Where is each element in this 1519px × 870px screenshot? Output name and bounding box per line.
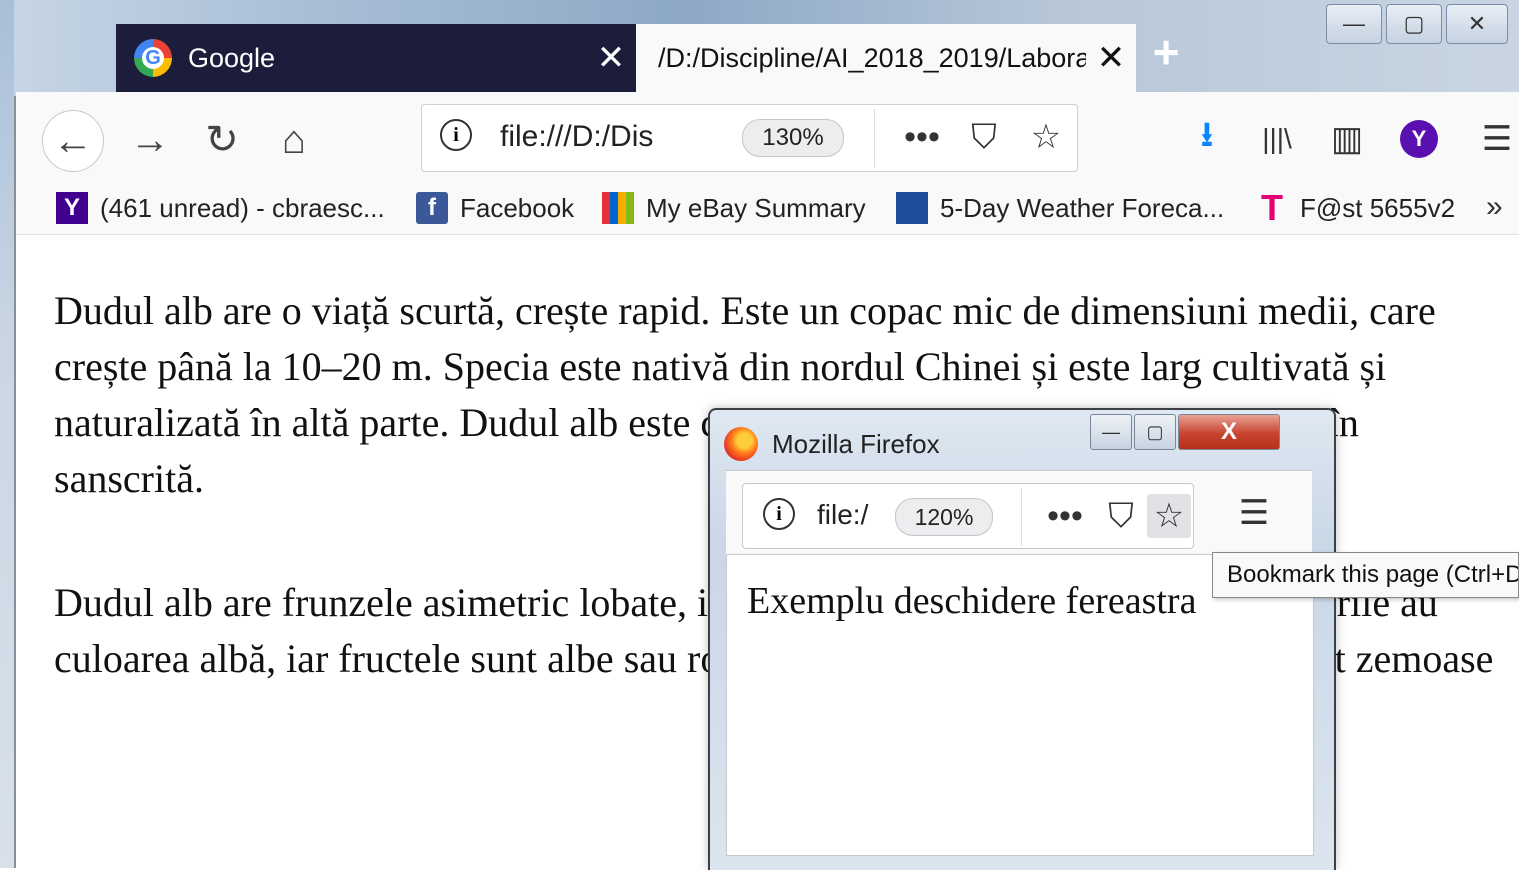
download-icon[interactable]: ⭳: [1182, 114, 1232, 164]
bookmark-label: F@st 5655v2: [1300, 192, 1456, 223]
account-avatar[interactable]: Y: [1400, 120, 1438, 158]
google-icon: G: [134, 39, 172, 77]
bookmark-ebay[interactable]: My eBay Summary: [602, 188, 866, 228]
popup-close-button[interactable]: X: [1178, 414, 1280, 450]
popup-window-controls: — ▢ X: [1090, 414, 1282, 452]
home-button[interactable]: ⌂: [264, 110, 324, 170]
bookmark-tmobile[interactable]: T F@st 5655v2: [1256, 187, 1456, 228]
weather-icon: [896, 192, 928, 224]
zoom-level-badge[interactable]: 130%: [742, 119, 844, 157]
new-tab-button[interactable]: +: [1146, 29, 1186, 75]
bookmark-tooltip: Bookmark this page (Ctrl+D): [1212, 552, 1519, 598]
tab-active-file[interactable]: /D:/Discipline/AI_2018_2019/Labora ✕: [636, 24, 1136, 92]
bookmark-facebook[interactable]: f Facebook: [416, 188, 574, 228]
info-icon[interactable]: i: [440, 119, 472, 151]
bookmark-weather[interactable]: 5-Day Weather Foreca...: [896, 188, 1224, 228]
bookmark-label: Facebook: [460, 192, 575, 223]
maximize-button[interactable]: ▢: [1386, 4, 1442, 44]
bookmark-label: My eBay Summary: [646, 192, 866, 223]
window-controls: — ▢ ✕: [1326, 4, 1519, 46]
popup-maximize-button[interactable]: ▢: [1134, 414, 1176, 450]
close-button[interactable]: ✕: [1446, 4, 1508, 44]
popup-menu-icon[interactable]: ☰: [1232, 491, 1276, 535]
sidebar-icon[interactable]: ▥: [1322, 114, 1372, 164]
tab-label: /D:/Discipline/AI_2018_2019/Labora: [658, 42, 1086, 73]
menu-icon[interactable]: ☰: [1472, 114, 1519, 164]
pocket-icon[interactable]: ⛉: [1099, 494, 1143, 538]
bookmark-star-icon[interactable]: ☆: [1147, 494, 1191, 538]
popup-titlebar: Mozilla Firefox: [724, 426, 940, 462]
tab-bar: G Google ✕ /D:/Discipline/AI_2018_2019/L…: [16, 18, 1519, 92]
popup-page-content: Exemplu deschidere fereastra: [726, 554, 1314, 856]
tab-close-button[interactable]: ✕: [1086, 41, 1136, 75]
minimize-button[interactable]: —: [1326, 4, 1382, 44]
tmobile-icon: T: [1261, 187, 1283, 228]
url-divider: [1021, 488, 1022, 546]
popup-minimize-button[interactable]: —: [1090, 414, 1132, 450]
popup-text: Exemplu deschidere fereastra: [747, 580, 1197, 622]
popup-url-bar[interactable]: i file:/ 120% ••• ⛉ ☆: [742, 483, 1194, 549]
tab-google[interactable]: G Google ✕: [116, 24, 636, 92]
back-button[interactable]: ←: [42, 110, 104, 172]
facebook-icon: f: [416, 192, 448, 224]
info-icon[interactable]: i: [763, 498, 795, 530]
url-bar[interactable]: i file:///D:/Dis 130% ••• ⛉ ☆: [421, 104, 1078, 172]
forward-button[interactable]: →: [120, 110, 180, 170]
bookmark-label: (461 unread) - cbraesc...: [100, 192, 385, 223]
tab-label: Google: [188, 42, 276, 73]
bookmarks-bar: Y (461 unread) - cbraesc... f Facebook M…: [16, 180, 1519, 235]
popup-title: Mozilla Firefox: [772, 428, 940, 459]
popup-url-text[interactable]: file:/: [817, 499, 877, 531]
firefox-logo-icon: [724, 427, 758, 461]
yahoo-icon: Y: [56, 192, 88, 224]
page-actions-icon[interactable]: •••: [900, 115, 944, 159]
pocket-icon[interactable]: ⛉: [962, 115, 1006, 159]
window-border: [14, 96, 16, 868]
bookmarks-overflow-button[interactable]: »: [1486, 190, 1503, 224]
bookmark-yahoo[interactable]: Y (461 unread) - cbraesc...: [56, 188, 385, 228]
reload-button[interactable]: ↻: [192, 110, 252, 170]
bookmark-star-icon[interactable]: ☆: [1024, 115, 1068, 159]
url-text[interactable]: file:///D:/Dis: [500, 120, 670, 154]
os-frame-left: [0, 0, 14, 868]
url-divider: [874, 109, 875, 167]
library-icon[interactable]: |||\: [1252, 114, 1302, 164]
bookmark-label: 5-Day Weather Foreca...: [940, 192, 1225, 223]
popup-zoom-badge[interactable]: 120%: [895, 498, 993, 536]
popup-window: Mozilla Firefox — ▢ X i file:/ 120% ••• …: [708, 408, 1336, 870]
popup-toolbar: i file:/ 120% ••• ⛉ ☆ ☰: [726, 470, 1312, 555]
page-actions-icon[interactable]: •••: [1043, 494, 1087, 538]
ebay-icon: [602, 192, 634, 224]
tab-close-button[interactable]: ✕: [586, 41, 636, 75]
nav-toolbar: ← → ↻ ⌂ i file:///D:/Dis 130% ••• ⛉ ☆ ⭳ …: [16, 92, 1519, 180]
